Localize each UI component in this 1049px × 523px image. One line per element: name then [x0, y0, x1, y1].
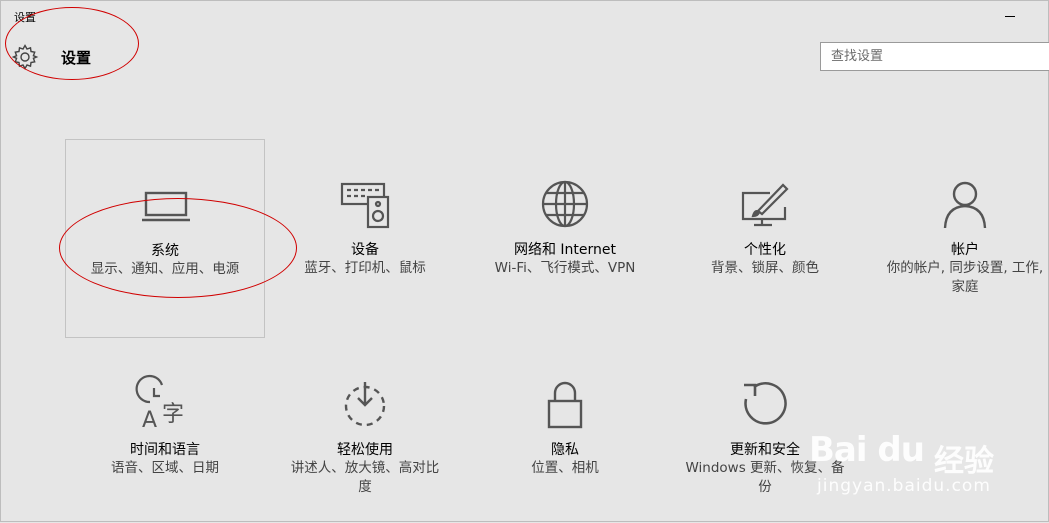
tile-ease-of-access[interactable]: 轻松使用 讲述人、放大镜、高对比度	[265, 339, 465, 523]
tile-desc: 背景、锁屏、颜色	[711, 260, 819, 276]
lock-icon	[540, 379, 590, 429]
tile-accounts[interactable]: 帐户 你的帐户, 同步设置, 工作, 家庭	[865, 139, 1049, 338]
gear-icon	[11, 43, 39, 71]
tile-time-language[interactable]: A 字 时间和语言 语音、区域、日期	[65, 339, 265, 523]
paint-brush-icon	[740, 179, 790, 229]
tile-personalization[interactable]: 个性化 背景、锁屏、颜色	[665, 139, 865, 338]
tile-desc: 讲述人、放大镜、高对比度	[290, 460, 440, 495]
laptop-icon	[141, 180, 191, 230]
tile-system[interactable]: 系统 显示、通知、应用、电源	[65, 139, 265, 338]
globe-icon	[540, 179, 590, 229]
refresh-icon	[740, 379, 790, 429]
tile-desc: 位置、相机	[531, 460, 599, 476]
tile-privacy[interactable]: 隐私 位置、相机	[465, 339, 665, 523]
tile-update-security[interactable]: 更新和安全 Windows 更新、恢复、备份	[665, 339, 865, 523]
tile-name: 设备	[351, 242, 379, 258]
tile-desc: 蓝牙、打印机、鼠标	[304, 260, 426, 276]
tile-desc: Windows 更新、恢复、备份	[685, 460, 845, 495]
keyboard-speaker-icon	[340, 179, 390, 229]
window-title: 设置	[14, 11, 36, 24]
tile-desc: 显示、通知、应用、电源	[90, 261, 240, 277]
watermark-product: 经验	[934, 444, 994, 479]
page-header: 设置	[11, 41, 91, 73]
tile-name: 系统	[151, 243, 179, 259]
tile-desc: 你的帐户, 同步设置, 工作, 家庭	[886, 260, 1044, 295]
ease-of-access-icon	[340, 379, 390, 429]
svg-text:字: 字	[162, 402, 184, 427]
tile-desc: Wi-Fi、飞行模式、VPN	[494, 260, 636, 276]
tile-desc: 语音、区域、日期	[111, 460, 219, 476]
time-language-icon: A 字	[135, 374, 190, 433]
tile-network[interactable]: 网络和 Internet Wi-Fi、飞行模式、VPN	[465, 139, 665, 338]
tile-name: 时间和语言	[130, 442, 200, 458]
tile-name: 网络和 Internet	[513, 242, 617, 258]
tile-name: 更新和安全	[730, 442, 800, 458]
person-icon	[940, 179, 990, 229]
search-box[interactable]	[820, 42, 1049, 71]
search-input[interactable]	[821, 43, 1049, 70]
page-title: 设置	[61, 48, 92, 67]
minimize-button[interactable]	[1001, 5, 1021, 21]
tile-name: 个性化	[744, 242, 786, 258]
tile-name: 隐私	[551, 442, 579, 458]
svg-text:A: A	[142, 408, 157, 433]
tile-name: 轻松使用	[337, 442, 393, 458]
tile-name: 帐户	[951, 242, 979, 258]
tile-devices[interactable]: 设备 蓝牙、打印机、鼠标	[265, 139, 465, 338]
